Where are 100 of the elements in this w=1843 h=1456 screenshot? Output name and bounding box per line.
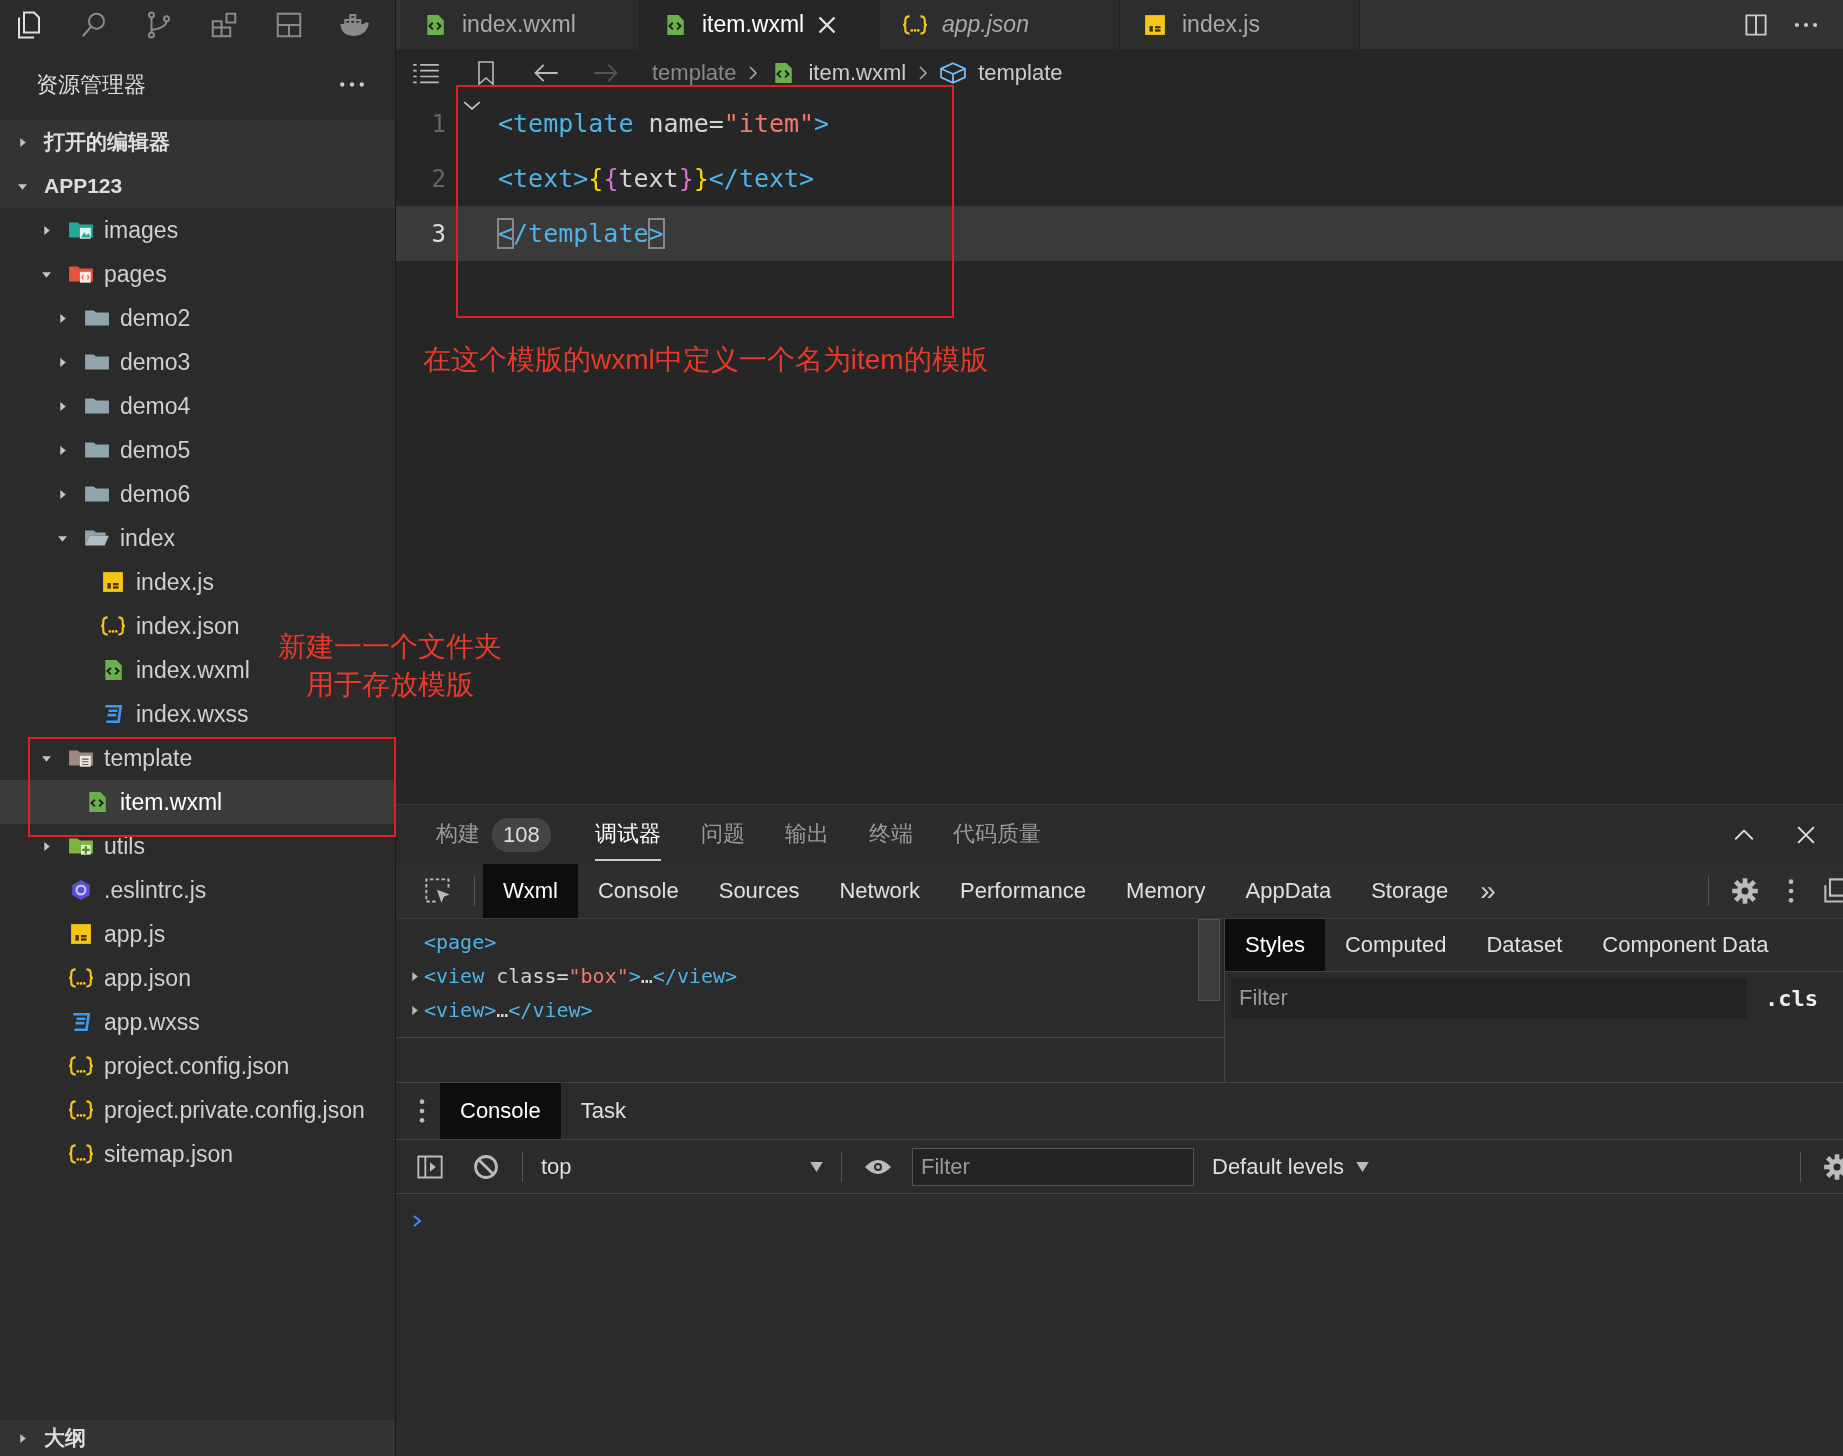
log-levels-dropdown[interactable]: Default levels (1194, 1153, 1370, 1180)
braces-icon (68, 1099, 94, 1121)
js-file-icon (100, 571, 126, 593)
filter-field[interactable]: Filter (1231, 978, 1747, 1018)
panel-tab[interactable]: 调试器 (594, 808, 661, 861)
file-tree-item[interactable]: demo3 (50, 340, 191, 384)
panel-tab[interactable]: 代码质量 (952, 808, 1041, 861)
chevron-icon (918, 64, 929, 81)
annotation-text: 新建一一个文件夹 用于存放模版 (278, 630, 502, 702)
drawer-tab[interactable]: Console (440, 1083, 561, 1139)
styles-tab[interactable]: Styles (1225, 919, 1325, 971)
inspect-icon[interactable] (424, 877, 452, 905)
file-tree-item[interactable]: project.private.config.json (34, 1088, 365, 1132)
undock-icon[interactable] (1823, 877, 1843, 905)
close-icon[interactable] (1795, 825, 1817, 844)
braces-icon (68, 967, 94, 989)
file-tree-item[interactable]: demo5 (50, 428, 191, 472)
more-tabs-button[interactable]: » (1480, 875, 1496, 907)
element-node[interactable]: <view>…</view> (396, 993, 1224, 1027)
clear-icon[interactable] (472, 1152, 500, 1181)
caret-icon (810, 1161, 823, 1172)
file-tree-item[interactable]: app.wxss (34, 1000, 200, 1044)
close-icon[interactable] (818, 15, 837, 34)
element-node[interactable]: <view class="box">…</view> (396, 959, 1224, 993)
file-tree-item[interactable]: project.config.json (34, 1044, 290, 1088)
line-number: 3 (430, 219, 446, 248)
image-folder-icon (68, 219, 94, 241)
devtools-tab[interactable]: Memory (1106, 864, 1226, 918)
settings-icon[interactable] (1823, 1152, 1843, 1181)
line-number: 1 (430, 109, 446, 138)
file-tree-item[interactable]: demo2 (50, 296, 191, 340)
context-dropdown[interactable]: top (531, 1153, 833, 1180)
devtools-tab[interactable]: Console (578, 864, 699, 918)
explorer-title: 资源管理器 (36, 70, 146, 99)
section-header[interactable]: 打开的编辑器 (0, 120, 395, 164)
breadcrumb-item[interactable]: template (978, 59, 1063, 86)
editor-tab[interactable]: index.wxml (400, 0, 640, 49)
annotation-text: 在这个模版的wxml中定义一个名为item的模版 (423, 343, 988, 377)
file-tree-item[interactable]: app.json (34, 956, 191, 1000)
element-node[interactable]: <page> (396, 925, 1224, 959)
drawer-tab[interactable]: Task (560, 1083, 646, 1139)
scrollbar-thumb[interactable] (1198, 919, 1220, 1001)
split-editor-icon[interactable] (1743, 12, 1769, 37)
section-header[interactable]: 大纲 (0, 1420, 395, 1456)
styles-tab[interactable]: Dataset (1466, 919, 1583, 971)
js-file-icon (1142, 13, 1168, 36)
chevron-icon (748, 64, 759, 81)
file-tree-item[interactable]: utils (34, 824, 145, 868)
panel-tab[interactable]: 输出 (784, 808, 829, 861)
file-tree-item[interactable]: app.js (34, 912, 166, 956)
class-toggle-button[interactable]: .cls (1765, 985, 1818, 1011)
kebab-menu-icon[interactable] (1787, 877, 1795, 905)
devtools-tab[interactable]: Performance (940, 864, 1107, 918)
kebab-menu-icon[interactable] (418, 1097, 426, 1125)
code-line: 1 <template name="item"> (396, 96, 1843, 151)
devtools-tab[interactable]: AppData (1225, 864, 1352, 918)
page-folder-icon (68, 263, 94, 285)
file-tree-item[interactable]: images (34, 208, 179, 252)
file-tree-item[interactable]: demo4 (50, 384, 191, 428)
devtools-tab[interactable]: Wxml (483, 864, 578, 918)
caret-icon (1356, 1161, 1370, 1172)
more-icon[interactable] (339, 81, 365, 88)
panel-tab[interactable]: 问题 (700, 808, 745, 861)
filter-field[interactable]: Filter (912, 1147, 1194, 1186)
file-tree-item[interactable]: demo6 (50, 472, 191, 516)
folder-icon (84, 395, 110, 417)
section-header[interactable]: APP123 (0, 164, 395, 208)
breadcrumb-item[interactable]: template (652, 59, 737, 86)
file-tree-item[interactable]: index.json (66, 604, 240, 648)
file-tree-item[interactable]: template (34, 736, 193, 780)
open-folder-icon (84, 527, 110, 549)
editor-tab[interactable]: item.wxml (640, 0, 880, 49)
utility-folder-icon (68, 835, 94, 857)
file-tree-item[interactable]: index.js (66, 560, 214, 604)
folder-icon (84, 439, 110, 461)
cube-icon (940, 61, 967, 84)
folder-icon (84, 307, 110, 329)
devtools-tab[interactable]: Network (819, 864, 941, 918)
file-tree-item[interactable]: .eslintrc.js (34, 868, 207, 912)
devtools-tab[interactable]: Storage (1351, 864, 1469, 918)
file-tree-item[interactable]: index.wxml (66, 648, 250, 692)
file-tree-item[interactable]: index.wxss (66, 692, 249, 736)
file-tree-item[interactable]: index (50, 516, 175, 560)
folder-icon (84, 351, 110, 373)
folder-icon (84, 483, 110, 505)
chevron-down-icon[interactable] (463, 99, 481, 111)
panel-tab[interactable]: 终端 (868, 808, 913, 861)
breadcrumb-item[interactable]: item.wxml (808, 59, 907, 86)
styles-tab[interactable]: Component Data (1582, 919, 1789, 971)
editor-tab[interactable]: index.js (1120, 0, 1360, 49)
styles-tab[interactable]: Computed (1324, 919, 1467, 971)
prompt-chevron-icon (412, 1214, 422, 1228)
count-badge: 108 (492, 817, 551, 852)
file-tree-item[interactable]: pages (34, 252, 167, 296)
file-tree-item[interactable]: sitemap.json (34, 1132, 234, 1176)
panel-tab[interactable]: 构建 (436, 808, 480, 861)
devtools-tab[interactable]: Sources (698, 864, 820, 918)
editor-tab[interactable]: app.json (880, 0, 1120, 49)
settings-icon[interactable] (1731, 877, 1759, 905)
line-number: 2 (430, 164, 446, 193)
